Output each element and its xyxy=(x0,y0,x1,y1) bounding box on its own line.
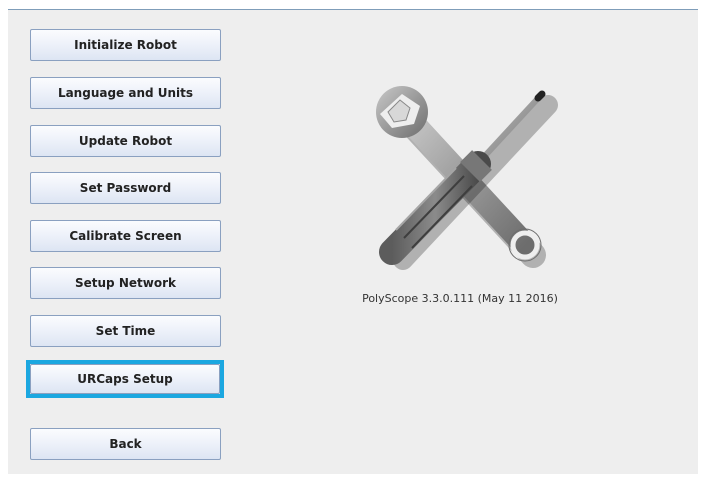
set-password-button[interactable]: Set Password xyxy=(30,172,221,204)
set-time-button[interactable]: Set Time xyxy=(30,315,221,347)
version-label: PolyScope 3.3.0.111 (May 11 2016) xyxy=(362,292,558,305)
initialize-robot-button[interactable]: Initialize Robot xyxy=(30,29,221,61)
update-robot-button[interactable]: Update Robot xyxy=(30,125,221,157)
setup-network-button[interactable]: Setup Network xyxy=(30,267,221,299)
language-and-units-button[interactable]: Language and Units xyxy=(30,77,221,109)
setup-robot-screen: Initialize Robot Language and Units Upda… xyxy=(0,0,701,483)
wrench-and-screwdriver-icon xyxy=(376,86,558,270)
back-button[interactable]: Back xyxy=(30,428,221,460)
calibrate-screen-button[interactable]: Calibrate Screen xyxy=(30,220,221,252)
urcaps-setup-button[interactable]: URCaps Setup xyxy=(30,364,220,394)
